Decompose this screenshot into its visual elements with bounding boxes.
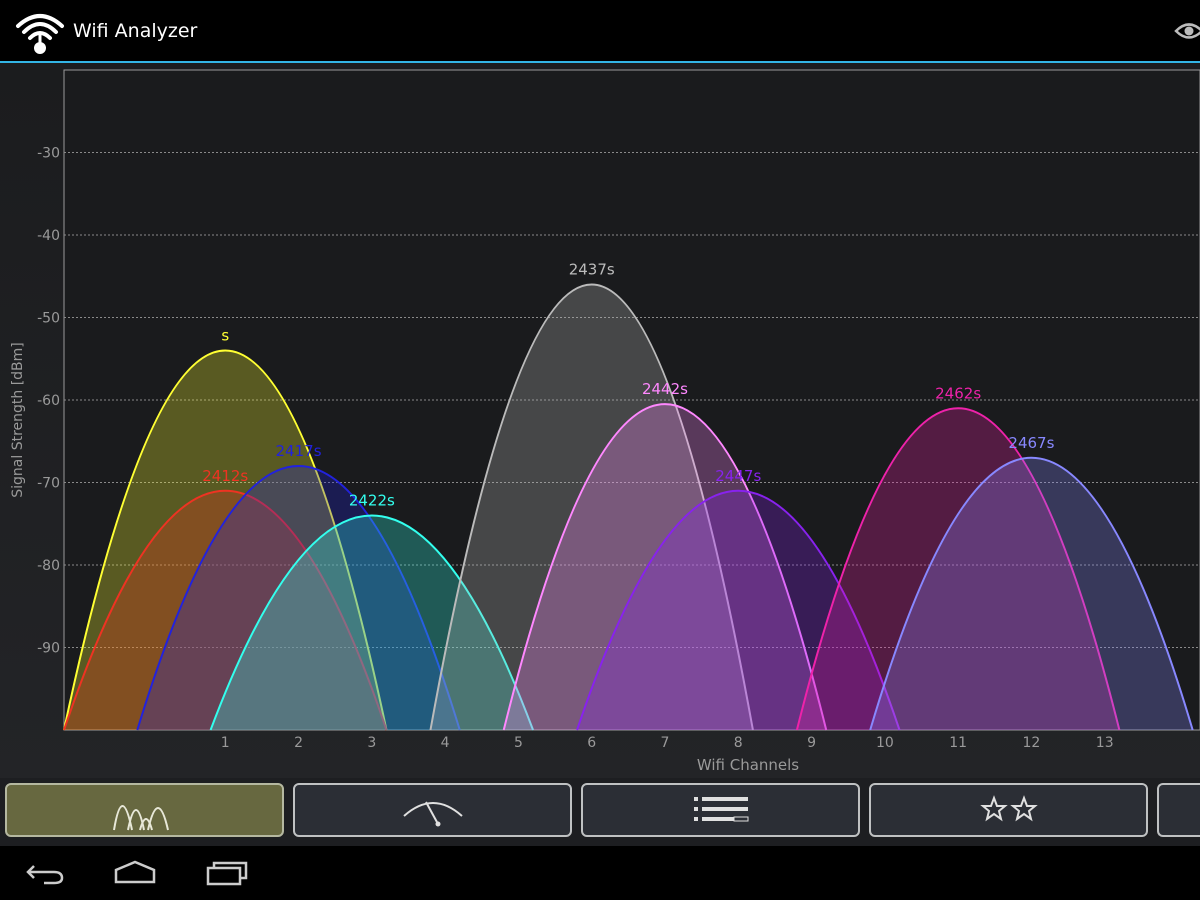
app-title: Wifi Analyzer — [73, 20, 198, 42]
y-tick-label: -40 — [37, 228, 60, 244]
series-label: 2422s — [349, 492, 395, 510]
x-tick-label: 1 — [221, 735, 230, 751]
y-tick-label: -90 — [37, 641, 60, 657]
signal-meter-icon — [402, 801, 463, 827]
channel-graph-icon — [112, 805, 169, 831]
tab-more[interactable] — [1157, 783, 1200, 837]
x-tick-label: 4 — [441, 735, 450, 751]
x-tick-label: 3 — [367, 735, 376, 751]
system-nav-bar — [0, 846, 1200, 900]
x-tick-label: 9 — [807, 735, 816, 751]
action-bar: Wifi Analyzer — [0, 0, 1200, 63]
series-label: 2467s — [1008, 434, 1054, 452]
y-tick-label: -60 — [37, 393, 60, 409]
series-label: 2442s — [642, 380, 688, 398]
series-label: s — [221, 327, 229, 345]
ap-list-icon — [693, 797, 748, 822]
tab-channel-graph[interactable] — [5, 783, 284, 837]
series-label: 2462s — [935, 384, 981, 402]
y-tick-label: -70 — [37, 476, 60, 492]
series-label: 2412s — [202, 467, 248, 485]
series-label: 2417s — [276, 442, 322, 460]
x-tick-label: 5 — [514, 735, 523, 751]
x-tick-label: 2 — [294, 735, 303, 751]
y-tick-label: -80 — [37, 558, 60, 574]
wifi-antenna-icon[interactable] — [12, 8, 68, 56]
x-tick-label: 12 — [1023, 735, 1041, 751]
recent-apps-icon[interactable] — [205, 860, 249, 886]
y-tick-label: -30 — [37, 146, 60, 162]
x-tick-label: 10 — [876, 735, 894, 751]
home-icon[interactable] — [113, 860, 157, 886]
x-tick-label: 6 — [587, 735, 596, 751]
back-arrow-icon[interactable] — [24, 860, 66, 886]
channel-chart: s2412s2417s2422s2437s2442s2447s2462s2467… — [10, 69, 1200, 774]
x-tick-label: 8 — [734, 735, 743, 751]
bottom-tab-bar — [0, 778, 1200, 846]
series-label: 2437s — [569, 261, 615, 279]
eye-icon[interactable] — [1174, 20, 1200, 42]
x-tick-label: 7 — [661, 735, 670, 751]
x-axis-title: Wifi Channels — [697, 756, 799, 774]
y-tick-label: -50 — [37, 311, 60, 327]
x-tick-label: 11 — [949, 735, 967, 751]
channel-graph: s 2412s 2417s 2422s 2437s 2442s 2447s 2462s 2467… — [0, 63, 1200, 778]
y-axis-title: Signal Strength [dBm] — [10, 342, 26, 498]
tab-ap-list[interactable] — [581, 783, 860, 837]
tab-signal-meter[interactable] — [293, 783, 572, 837]
series-label: 2447s — [715, 467, 761, 485]
star-rating-icon — [979, 795, 1038, 822]
x-tick-label: 13 — [1096, 735, 1114, 751]
tab-channel-rating[interactable] — [869, 783, 1148, 837]
